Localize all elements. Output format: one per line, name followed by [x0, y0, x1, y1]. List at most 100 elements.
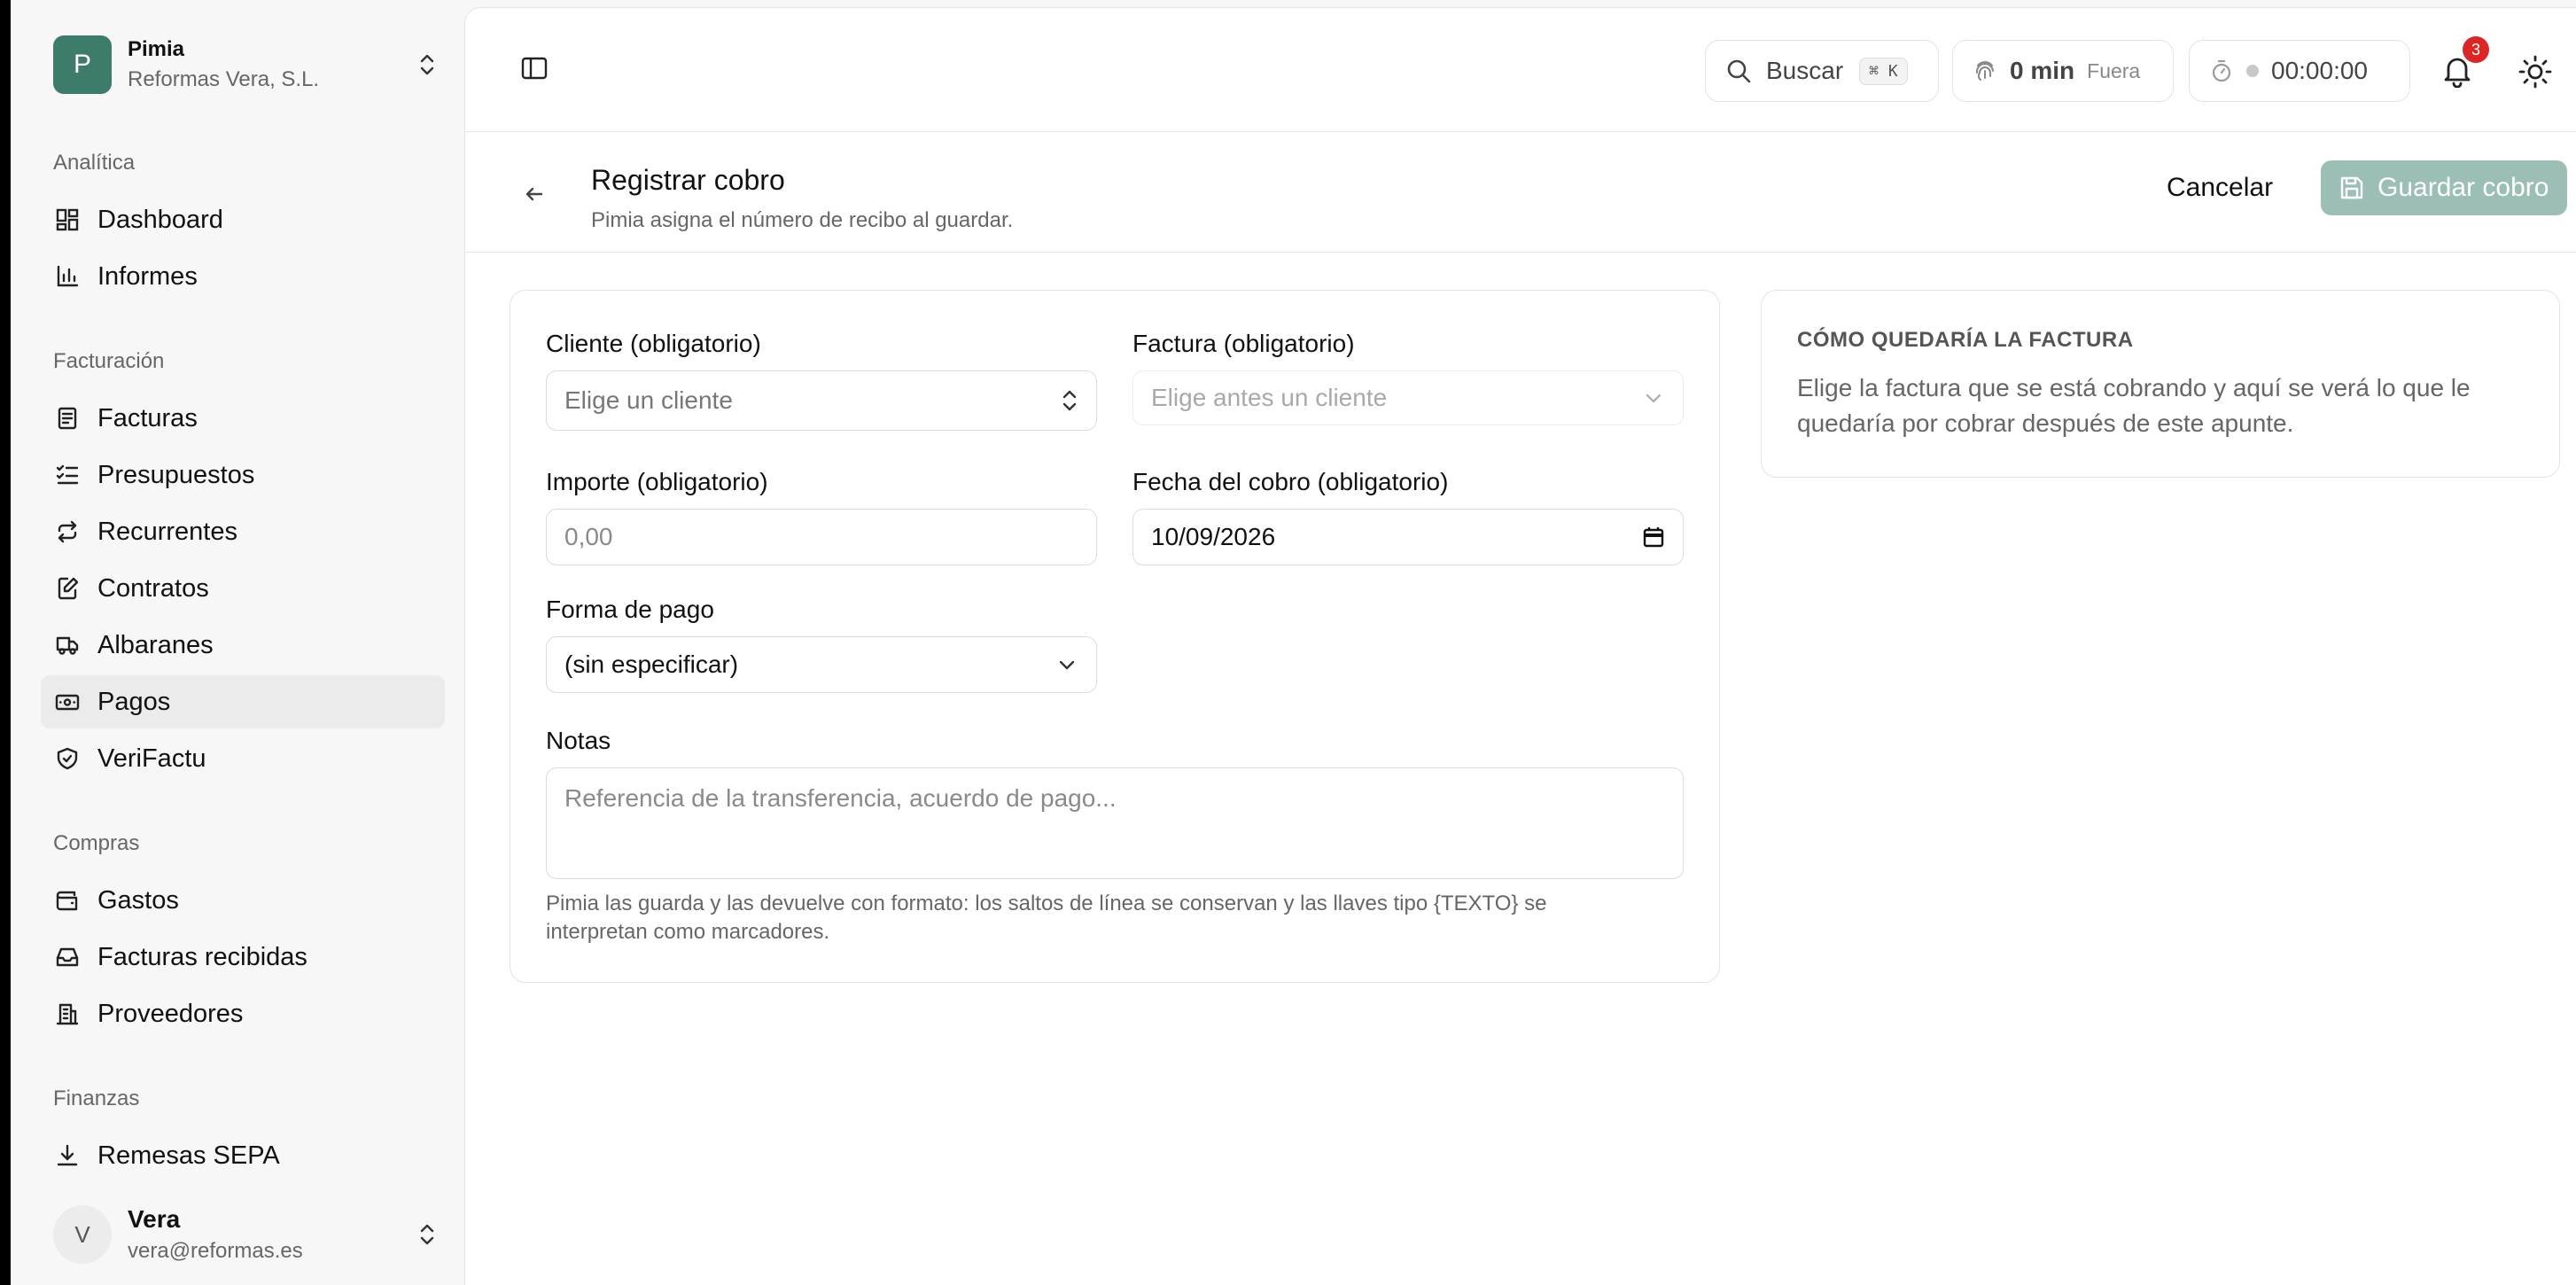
preview-title: CÓMO QUEDARÍA LA FACTURA [1797, 328, 2134, 352]
edit-doc-icon [53, 574, 82, 603]
sidebar-item-label: Albaranes [97, 630, 214, 659]
importe-label: Importe (obligatorio) [546, 468, 768, 495]
workspace-logo: P [53, 35, 112, 94]
factura-label: Factura (obligatorio) [1132, 330, 1355, 357]
sidebar-item-albaranes[interactable]: Albaranes [41, 619, 445, 672]
user-menu[interactable]: V Vera vera@reformas.es [53, 1203, 440, 1266]
chevrons-updown-icon [415, 1219, 440, 1250]
fecha-input[interactable]: 10/09/2026 [1132, 509, 1684, 565]
user-name: Vera [128, 1205, 181, 1233]
factura-select[interactable]: Elige antes un cliente [1132, 370, 1684, 425]
time-status: Fuera [2087, 58, 2141, 82]
workspace-name: Pimia [128, 37, 185, 61]
cliente-label: Cliente (obligatorio) [546, 330, 761, 357]
section-label-facturacion: Facturación [53, 349, 165, 373]
timer-widget[interactable]: 00:00:00 [2189, 40, 2410, 102]
avatar: V [53, 1205, 112, 1264]
cliente-select[interactable]: Elige un cliente [546, 370, 1097, 431]
sidebar-item-proveedores[interactable]: Proveedores [41, 987, 445, 1040]
sidebar-item-presupuestos[interactable]: Presupuestos [41, 448, 445, 502]
notification-badge: 3 [2463, 36, 2489, 63]
sidebar-item-recurrentes[interactable]: Recurrentes [41, 505, 445, 558]
download-icon [53, 1141, 82, 1170]
importe-input[interactable]: 0,00 [546, 509, 1097, 565]
cliente-placeholder: Elige un cliente [564, 386, 733, 414]
sidebar-item-label: Contratos [97, 573, 209, 603]
main-panel: Buscar ⌘ K 0 min Fuera 00:00:00 3 Regist… [464, 7, 2576, 1285]
sidebar-item-informes[interactable]: Informes [41, 250, 445, 303]
chevron-down-icon [1642, 386, 1665, 409]
building-icon [53, 1000, 82, 1028]
sidebar-item-dashboard[interactable]: Dashboard [41, 193, 445, 246]
payment-form: Cliente (obligatorio) Elige un cliente F… [510, 290, 1720, 983]
sidebar-item-remesas-sepa[interactable]: Remesas SEPA [41, 1129, 445, 1182]
time-value: 0 min [2010, 57, 2075, 84]
sidebar: P Pimia Reformas Vera, S.L. Analítica Da… [11, 0, 464, 1285]
topbar: Buscar ⌘ K 0 min Fuera 00:00:00 3 [465, 8, 2576, 132]
search-button[interactable]: Buscar ⌘ K [1705, 40, 1939, 102]
sidebar-item-label: Pagos [97, 687, 171, 716]
sidebar-item-facturas[interactable]: Facturas [41, 392, 445, 445]
forma-pago-value: (sin especificar) [564, 650, 739, 678]
stopwatch-icon [2209, 58, 2234, 83]
notas-helper-text: Pimia las guarda y las devuelve con form… [546, 892, 1547, 944]
save-button-label: Guardar cobro [2378, 173, 2549, 202]
app-window: P Pimia Reformas Vera, S.L. Analítica Da… [11, 0, 2576, 1285]
sidebar-toggle-icon[interactable] [518, 52, 550, 84]
invoice-icon [53, 404, 82, 432]
time-tracking-status[interactable]: 0 min Fuera [1952, 40, 2174, 102]
sidebar-item-contratos[interactable]: Contratos [41, 562, 445, 615]
sidebar-item-label: VeriFactu [97, 744, 206, 773]
notas-label: Notas [546, 727, 611, 754]
sidebar-item-verifactu[interactable]: VeriFactu [41, 732, 445, 785]
fingerprint-icon [1973, 58, 1997, 83]
arrow-left-icon[interactable] [518, 178, 550, 210]
calendar-icon [1642, 526, 1665, 549]
save-button[interactable]: Guardar cobro [2321, 160, 2567, 215]
banknote-icon [53, 688, 82, 716]
importe-placeholder: 0,00 [564, 523, 613, 550]
shield-check-icon [53, 744, 82, 773]
sidebar-item-facturas-recibidas[interactable]: Facturas recibidas [41, 931, 445, 984]
forma-pago-label: Forma de pago [546, 596, 714, 623]
page-subtitle: Pimia asigna el número de recibo al guar… [591, 208, 1014, 232]
page-header: Registrar cobro Pimia asigna el número d… [465, 132, 2576, 253]
section-label-compras: Compras [53, 831, 140, 855]
sidebar-item-label: Remesas SEPA [97, 1141, 280, 1170]
sidebar-item-label: Facturas recibidas [97, 942, 307, 971]
sidebar-item-label: Gastos [97, 885, 179, 915]
save-icon [2339, 175, 2365, 201]
wallet-icon [53, 886, 82, 915]
sidebar-item-label: Proveedores [97, 999, 244, 1028]
forma-pago-select[interactable]: (sin especificar) [546, 636, 1097, 693]
notas-placeholder: Referencia de la transferencia, acuerdo … [564, 784, 1117, 812]
user-email: vera@reformas.es [128, 1239, 303, 1263]
chevron-down-icon [1055, 653, 1078, 676]
sidebar-item-label: Informes [97, 261, 198, 291]
dashboard-icon [53, 206, 82, 234]
workspace-switcher[interactable]: P Pimia Reformas Vera, S.L. [53, 35, 440, 94]
fecha-value: 10/09/2026 [1151, 523, 1276, 550]
section-label-analitica: Analítica [53, 151, 136, 175]
factura-placeholder: Elige antes un cliente [1151, 384, 1388, 411]
list-check-icon [53, 461, 82, 489]
timer-value: 00:00:00 [2271, 57, 2368, 84]
chevrons-updown-icon [415, 49, 440, 81]
sidebar-item-label: Facturas [97, 403, 198, 432]
workspace-company: Reformas Vera, S.L. [128, 67, 320, 91]
chart-icon [53, 262, 82, 291]
sidebar-item-pagos[interactable]: Pagos [41, 675, 445, 728]
search-icon [1725, 58, 1752, 84]
cancel-button[interactable]: Cancelar [2167, 173, 2273, 203]
invoice-preview-card: CÓMO QUEDARÍA LA FACTURA Elige la factur… [1761, 290, 2560, 478]
page-title: Registrar cobro [591, 164, 785, 196]
truck-icon [53, 631, 82, 659]
section-label-finanzas: Finanzas [53, 1086, 140, 1110]
sidebar-item-label: Recurrentes [97, 517, 237, 546]
sidebar-item-label: Presupuestos [97, 460, 255, 489]
sidebar-item-gastos[interactable]: Gastos [41, 874, 445, 927]
repeat-icon [53, 518, 82, 546]
notas-textarea[interactable]: Referencia de la transferencia, acuerdo … [546, 767, 1684, 879]
sun-icon[interactable] [2518, 54, 2553, 90]
preview-text: Elige la factura que se está cobrando y … [1797, 374, 2471, 437]
